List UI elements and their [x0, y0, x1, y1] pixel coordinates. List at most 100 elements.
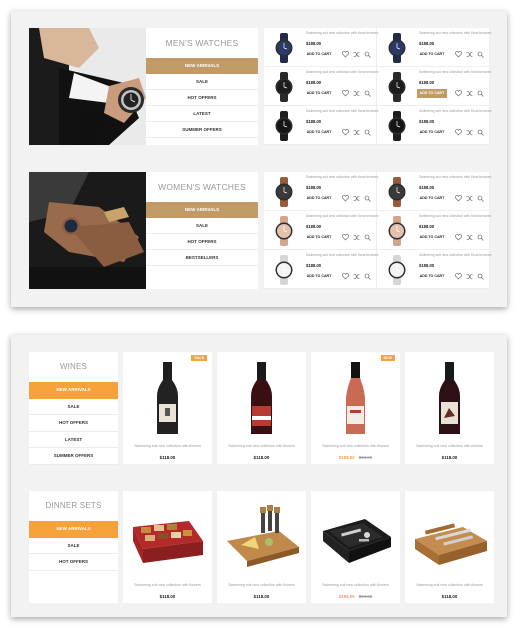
- watch-product-card[interactable]: Swimming suit new collection with floral…: [264, 106, 378, 145]
- add-to-cart-button[interactable]: ADD TO CART: [304, 89, 334, 98]
- heart-icon[interactable]: [342, 129, 349, 136]
- add-to-cart-button[interactable]: ADD TO CART: [417, 272, 447, 281]
- shuffle-icon[interactable]: [353, 273, 360, 280]
- menu-item-new-arrivals[interactable]: NEW ARRIVALS: [29, 521, 118, 538]
- shuffle-icon[interactable]: [353, 51, 360, 58]
- add-to-cart-button[interactable]: ADD TO CART: [304, 194, 334, 203]
- watch-product-card[interactable]: Swimming suit new collection with floral…: [377, 172, 491, 211]
- menu-item-new-arrivals[interactable]: NEW ARRIVALS: [29, 382, 118, 399]
- shuffle-icon[interactable]: [466, 273, 473, 280]
- product-card[interactable]: Swimming suit new collection with flower…: [405, 491, 494, 603]
- menu-item-latest[interactable]: LATEST: [146, 106, 258, 122]
- search-icon[interactable]: [477, 273, 484, 280]
- shuffle-icon[interactable]: [353, 90, 360, 97]
- menu-item-sale[interactable]: SALE: [146, 74, 258, 90]
- heart-icon[interactable]: [455, 195, 462, 202]
- add-to-cart-button[interactable]: ADD TO CART: [417, 89, 447, 98]
- watch-image: [275, 33, 293, 63]
- wines-menu: NEW ARRIVALS SALE HOT OFFERS LATEST SUMM…: [29, 382, 118, 465]
- product-card[interactable]: Swimming suit new collection with flower…: [217, 491, 306, 603]
- shuffle-icon[interactable]: [466, 90, 473, 97]
- search-icon[interactable]: [364, 51, 371, 58]
- menu-item-new-arrivals[interactable]: NEW ARRIVALS: [146, 202, 258, 218]
- watch-product-card[interactable]: Swimming suit new collection with floral…: [377, 67, 492, 106]
- add-to-cart-button[interactable]: ADD TO CART: [417, 50, 447, 59]
- sale-badge: SALE: [191, 355, 207, 361]
- add-to-cart-button[interactable]: ADD TO CART: [304, 50, 334, 59]
- add-to-cart-button[interactable]: ADD TO CART: [304, 233, 334, 242]
- heart-icon[interactable]: [342, 234, 349, 241]
- watch-product-card[interactable]: Swimming suit new collection with floral…: [377, 106, 491, 145]
- product-price: $118.00: [441, 594, 458, 599]
- search-icon[interactable]: [477, 51, 484, 58]
- shuffle-icon[interactable]: [353, 195, 360, 202]
- watch-price: $188.00: [306, 263, 322, 268]
- search-icon[interactable]: [477, 90, 484, 97]
- menu-item-summer-offers[interactable]: SUMMER OFFERS: [146, 122, 258, 138]
- menu-item-hot-offers[interactable]: HOT OFFERS: [146, 234, 258, 250]
- search-icon[interactable]: [364, 195, 371, 202]
- heart-icon[interactable]: [342, 90, 349, 97]
- heart-icon[interactable]: [455, 51, 462, 58]
- watch-product-card[interactable]: Swimming suit new collection with floral…: [377, 28, 491, 67]
- watch-price: $188.00: [306, 224, 322, 229]
- watch-description: Swimming suit new collection with floral…: [419, 70, 492, 74]
- product-card[interactable]: NEW Swimming suit new collection with fl…: [311, 352, 400, 464]
- search-icon[interactable]: [364, 273, 371, 280]
- watch-image: [388, 33, 406, 63]
- shuffle-icon[interactable]: [353, 129, 360, 136]
- search-icon[interactable]: [477, 195, 484, 202]
- watch-product-card[interactable]: Swimming suit new collection with floral…: [264, 67, 378, 106]
- watch-product-card[interactable]: Swimming suit new collection with floral…: [264, 211, 378, 250]
- search-icon[interactable]: [364, 234, 371, 241]
- product-card[interactable]: Swimming suit new collection with flower…: [123, 491, 212, 603]
- menu-item-hot-offers[interactable]: HOT OFFERS: [146, 90, 258, 106]
- watch-price: $188.00: [419, 185, 435, 190]
- shuffle-icon[interactable]: [466, 195, 473, 202]
- menu-item-sale[interactable]: SALE: [29, 399, 118, 415]
- heart-icon[interactable]: [455, 90, 462, 97]
- watch-image: [275, 72, 293, 102]
- shuffle-icon[interactable]: [466, 51, 473, 58]
- heart-icon[interactable]: [455, 273, 462, 280]
- add-to-cart-button[interactable]: ADD TO CART: [304, 272, 334, 281]
- search-icon[interactable]: [477, 129, 484, 136]
- shuffle-icon[interactable]: [466, 234, 473, 241]
- heart-icon[interactable]: [342, 273, 349, 280]
- watch-product-card[interactable]: Swimming suit new collection with floral…: [264, 28, 378, 67]
- watch-description: Swimming suit new collection with floral…: [419, 214, 492, 218]
- product-card[interactable]: Swimming suit new collection with flower…: [217, 352, 306, 464]
- add-to-cart-button[interactable]: ADD TO CART: [304, 128, 334, 137]
- add-to-cart-button[interactable]: ADD TO CART: [417, 194, 447, 203]
- watch-description: Swimming suit new collection with floral…: [419, 253, 492, 257]
- watch-product-card[interactable]: Swimming suit new collection with floral…: [377, 211, 492, 250]
- heart-icon[interactable]: [455, 129, 462, 136]
- product-card[interactable]: SALE Swimming suit new collection with f…: [123, 352, 212, 464]
- shuffle-icon[interactable]: [353, 234, 360, 241]
- dinner-sets-title: DINNER SETS: [45, 501, 102, 510]
- watch-image: [275, 255, 293, 285]
- shuffle-icon[interactable]: [466, 129, 473, 136]
- heart-icon[interactable]: [342, 195, 349, 202]
- product-card[interactable]: Swimming suit new collection with flower…: [311, 491, 400, 603]
- search-icon[interactable]: [364, 90, 371, 97]
- menu-item-hot-offers[interactable]: HOT OFFERS: [29, 415, 118, 432]
- search-icon[interactable]: [477, 234, 484, 241]
- watch-product-card[interactable]: Swimming suit new collection with floral…: [264, 250, 378, 289]
- menu-item-new-arrivals[interactable]: NEW ARRIVALS: [146, 58, 258, 74]
- add-to-cart-button[interactable]: ADD TO CART: [417, 128, 447, 137]
- menu-item-hot-offers[interactable]: HOT OFFERS: [29, 554, 118, 571]
- add-to-cart-button[interactable]: ADD TO CART: [417, 233, 447, 242]
- menu-item-summer-offers[interactable]: SUMMER OFFERS: [29, 448, 118, 465]
- heart-icon[interactable]: [342, 51, 349, 58]
- search-icon[interactable]: [364, 129, 371, 136]
- menu-item-sale[interactable]: SALE: [146, 218, 258, 234]
- menu-item-latest[interactable]: LATEST: [29, 432, 118, 448]
- product-card[interactable]: Swimming suit new collection with flower…: [405, 352, 494, 464]
- watch-product-card[interactable]: Swimming suit new collection with floral…: [377, 250, 492, 289]
- heart-icon[interactable]: [455, 234, 462, 241]
- watch-price: $188.00: [306, 41, 322, 46]
- menu-item-sale[interactable]: SALE: [29, 538, 118, 554]
- menu-item-bestsellers[interactable]: BESTSELLERS: [146, 250, 258, 266]
- watch-product-card[interactable]: Swimming suit new collection with floral…: [264, 172, 378, 211]
